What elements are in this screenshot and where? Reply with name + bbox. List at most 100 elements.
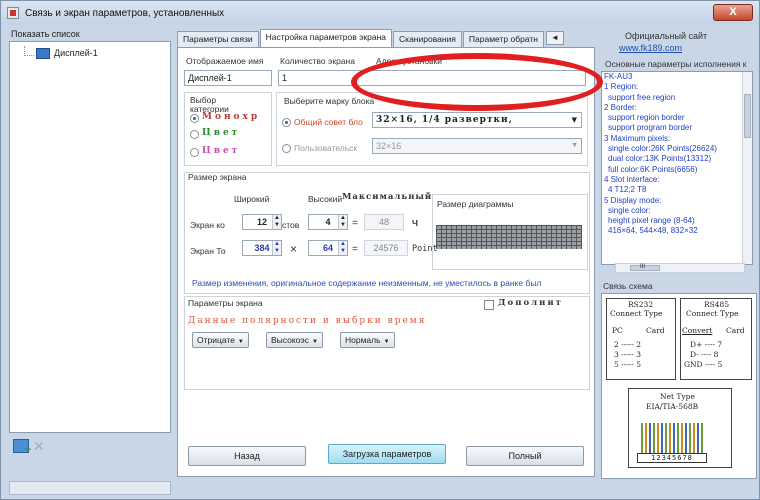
row2-multiply: × — [290, 242, 298, 256]
width-label: Широкий — [234, 194, 270, 204]
row1-width-spinner[interactable]: 12 ▲ ▼ — [242, 214, 282, 230]
custom-card-value: 32×16 — [376, 141, 402, 151]
spec-line: height pixel range (8-64) — [608, 216, 695, 226]
tab-communication[interactable]: Параметры связи — [177, 31, 259, 47]
rs232-pc: PC — [612, 326, 623, 335]
spinner-arrows-icon[interactable]: ▲ ▼ — [272, 215, 281, 229]
custom-card-radio[interactable] — [282, 144, 291, 153]
polarity-select-3-label: Нормаль — [345, 335, 381, 345]
tab-scanning[interactable]: Сканирования — [393, 31, 462, 47]
rs485-row: GND ---- 5 — [684, 360, 723, 369]
led-preview-grid — [436, 225, 582, 249]
common-card-label: Общий совет бло — [294, 117, 363, 127]
dropdown-arrow-icon: ▼ — [311, 339, 318, 345]
polarity-select-1-label: Отрицате — [197, 335, 235, 345]
tab-screen-settings[interactable]: Настройка параметров экрана — [259, 29, 393, 47]
monochrome-radio[interactable] — [190, 114, 199, 123]
spinner-arrows-icon[interactable]: ▲ ▼ — [338, 241, 347, 255]
extra-check-label: Дополнит — [498, 298, 563, 308]
spec-line: support free region — [608, 92, 676, 102]
spinner-arrows-icon[interactable]: ▲ ▼ — [338, 215, 347, 229]
dropdown-arrow-icon: ▼ — [383, 339, 390, 345]
polarity-select-1[interactable]: Отрицате ▼ — [192, 332, 249, 348]
row2-width-value: 384 — [254, 243, 270, 253]
spec-line: 2 Border: — [604, 102, 637, 112]
window-title: Связь и экран параметров, установленных — [25, 7, 225, 19]
spec-line: support region border — [608, 113, 685, 123]
rs232-row: 3 ----- 3 — [614, 350, 641, 359]
spec-line: single color:26K Points(26624) — [608, 144, 717, 154]
row2-height-value: 64 — [322, 243, 333, 253]
screen-size-title: Размер экрана — [188, 172, 247, 182]
common-card-select[interactable]: 32×16, 1/4 развертки, ▼ — [372, 112, 582, 128]
row2-height-spinner[interactable]: 64 ▲ ▼ — [308, 240, 348, 256]
extra-checkbox[interactable] — [484, 300, 494, 310]
rs485-subtitle: Connect Type — [686, 309, 739, 318]
specs-hscrollbar[interactable]: III — [615, 263, 745, 273]
back-button[interactable]: Назад — [188, 446, 306, 466]
polarity-select-2[interactable]: Высокоэс ▼ — [266, 332, 323, 348]
spec-line: single color: — [608, 205, 651, 215]
tab-scroll-buttons[interactable]: ◄ ► — [545, 31, 564, 54]
specs-box[interactable]: FK-AU3 1 Region: support free region 2 B… — [601, 71, 753, 265]
close-button[interactable]: X — [713, 4, 753, 21]
custom-card-select[interactable]: 32×16 ▼ — [372, 138, 582, 154]
spec-line: 5 Display mode: — [604, 195, 662, 205]
rs485-row: D- ---- 8 — [690, 350, 719, 359]
screen-params-title: Параметры экрана — [188, 298, 263, 308]
rs485-title: RS485 — [704, 300, 730, 309]
display-name-label: Отображаемое имя — [186, 56, 264, 66]
finish-button[interactable]: Полный — [466, 446, 584, 466]
rs485-card: Card — [726, 326, 745, 335]
rs232-title: RS232 — [628, 300, 654, 309]
spec-line: 4 T12;2 T8 — [608, 185, 647, 195]
official-site-link[interactable]: www.fk189.com — [619, 43, 682, 53]
upload-params-button[interactable]: Загрузка параметров — [328, 444, 446, 464]
add-display-icon[interactable] — [13, 439, 31, 456]
main-window: Связь и экран параметров, установленных … — [0, 0, 760, 500]
tab-feedback[interactable]: Параметр обратн — [462, 31, 544, 47]
row2-label: Экран То — [190, 246, 226, 256]
tree-toolbar: ✕ — [13, 439, 47, 456]
common-card-radio[interactable] — [282, 118, 291, 127]
specs-vscrollbar[interactable] — [742, 72, 752, 264]
dropdown-arrow-icon: ▼ — [571, 115, 578, 124]
diagram-label: Связь схема — [603, 281, 653, 291]
display-tree[interactable]: Дисплей-1 — [9, 41, 171, 433]
row1-result: 48 — [364, 214, 404, 230]
row2-width-spinner[interactable]: 384 ▲ ▼ — [242, 240, 282, 256]
max-label: Максимальный — [342, 192, 433, 202]
two-color-label: Цвет — [202, 128, 241, 138]
tab-bar: Параметры связи Настройка параметров экр… — [177, 29, 564, 54]
title-bar: Связь и экран параметров, установленных … — [1, 1, 759, 25]
spinner-arrows-icon[interactable]: ▲ ▼ — [272, 241, 281, 255]
official-site-label: Официальный сайт — [625, 31, 708, 41]
screen-settings-panel: Отображаемое имя Количество экрана Адрес… — [177, 47, 595, 477]
preview-label: Размер диаграммы — [437, 199, 514, 209]
three-color-radio[interactable] — [190, 148, 199, 157]
spec-line: 3 Maximum pixels: — [604, 133, 671, 143]
display-name-field[interactable]: Дисплей-1 — [184, 70, 272, 86]
rs232-card: Card — [646, 326, 665, 335]
polarity-select-3[interactable]: Нормаль ▼ — [340, 332, 395, 348]
polarity-select-2-label: Высокоэс — [271, 335, 309, 345]
tree-item-display-1[interactable]: Дисплей-1 — [54, 48, 98, 58]
spec-line: dual color:13K Points(13312) — [608, 154, 712, 164]
two-color-radio[interactable] — [190, 130, 199, 139]
row2-result: 24576 — [364, 240, 408, 256]
row2-tail: Point — [412, 244, 438, 254]
row1-equals: = — [352, 218, 358, 229]
custom-card-label: Пользовательск — [294, 143, 358, 153]
red-annotation-ellipse — [351, 53, 603, 111]
scroll-thumb[interactable] — [744, 94, 751, 138]
params-label: Основные параметры исполнения к — [605, 59, 747, 69]
spec-line: full color:6K Points(6656) — [608, 164, 698, 174]
delete-display-icon[interactable]: ✕ — [33, 439, 47, 453]
hscroll-mark: III — [640, 264, 646, 270]
preview-box: Размер диаграммы — [432, 194, 588, 270]
row1-height-spinner[interactable]: 4 ▲ ▼ — [308, 214, 348, 230]
spec-model: FK-AU3 — [604, 72, 633, 81]
spec-line: 4 Slot interface: — [604, 174, 660, 184]
net-title: Net Type — [660, 392, 695, 401]
rs232-row: 5 ----- 5 — [614, 360, 641, 369]
